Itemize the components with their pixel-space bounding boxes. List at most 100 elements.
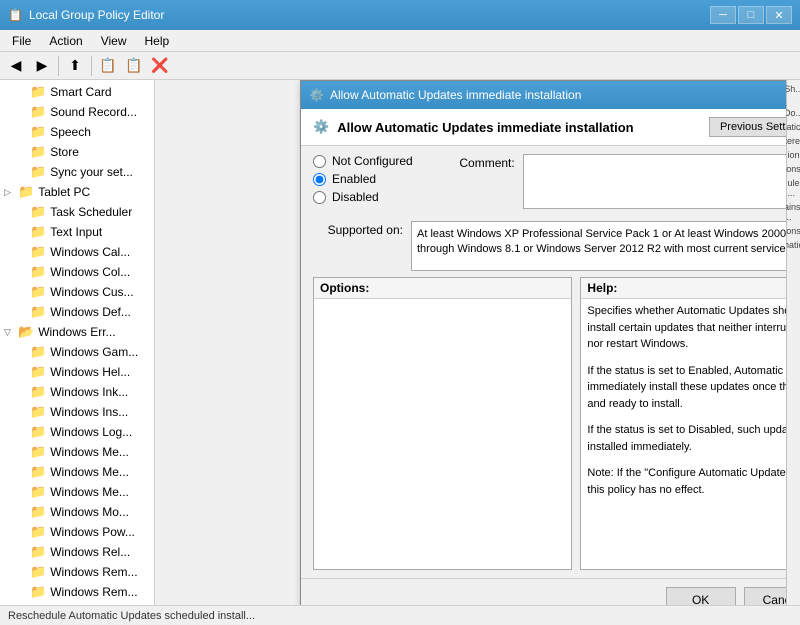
help-text-3: If the status is set to Disabled, such u… xyxy=(587,422,786,455)
main-panel: ⚙️ Allow Automatic Updates immediate ins… xyxy=(155,80,786,605)
sidebar-item-windows-err[interactable]: ▽ 📂 Windows Err... xyxy=(0,322,154,342)
dialog-icon: ⚙️ xyxy=(309,88,324,102)
sidebar-item-windows-cal[interactable]: 📁 Windows Cal... xyxy=(0,242,154,262)
sidebar-item-label: Windows Log... xyxy=(50,425,132,439)
help-text-4: Note: If the "Configure Automatic Update… xyxy=(587,465,786,498)
app-icon: 📋 xyxy=(8,8,23,22)
sidebar-item-windows-col[interactable]: 📁 Windows Col... xyxy=(0,262,154,282)
folder-icon: 📁 xyxy=(30,384,46,400)
sidebar-item-windows-me3[interactable]: 📁 Windows Me... xyxy=(0,482,154,502)
radio-disabled[interactable] xyxy=(313,191,326,204)
close-button[interactable]: ✕ xyxy=(766,6,792,24)
sidebar-item-label: Windows Rel... xyxy=(50,545,130,559)
sidebar-item-windows-mo[interactable]: 📁 Windows Mo... xyxy=(0,502,154,522)
supported-on-row: Supported on: At least Windows XP Profes… xyxy=(313,221,786,271)
sidebar-item-label: Windows Def... xyxy=(50,305,131,319)
sidebar-item-text-input[interactable]: 📁 Text Input xyxy=(0,222,154,242)
paste-button[interactable]: 📋 xyxy=(122,55,146,77)
sidebar-item-windows-pow[interactable]: 📁 Windows Pow... xyxy=(0,522,154,542)
dialog-title-text: Allow Automatic Updates immediate instal… xyxy=(330,88,581,102)
expand-icon: ▽ xyxy=(4,327,16,338)
toolbar-separator-2 xyxy=(91,56,92,76)
sidebar-item-label: Task Scheduler xyxy=(50,205,132,219)
menu-bar: File Action View Help xyxy=(0,30,800,52)
settings-area: Not Configured Enabled Disabled xyxy=(301,146,786,578)
sidebar-item-smart-card[interactable]: 📁 Smart Card xyxy=(0,82,154,102)
sidebar-item-label: Windows Cal... xyxy=(50,245,130,259)
sidebar-item-sound-record[interactable]: 📁 Sound Record... xyxy=(0,102,154,122)
copy-button[interactable]: 📋 xyxy=(96,55,120,77)
modal-overlay: ⚙️ Allow Automatic Updates immediate ins… xyxy=(155,80,786,605)
menu-file[interactable]: File xyxy=(4,32,39,50)
sidebar-item-windows-hel[interactable]: 📁 Windows Hel... xyxy=(0,362,154,382)
sidebar-item-task-scheduler[interactable]: 📁 Task Scheduler xyxy=(0,202,154,222)
sidebar-item-windows-def[interactable]: 📁 Windows Def... xyxy=(0,302,154,322)
sidebar-item-windows-ink[interactable]: 📁 Windows Ink... xyxy=(0,382,154,402)
toolbar-separator xyxy=(58,56,59,76)
menu-help[interactable]: Help xyxy=(137,32,178,50)
folder-icon: 📁 xyxy=(30,304,46,320)
sidebar-item-label: Windows Hel... xyxy=(50,365,130,379)
sidebar-item-label: Sound Record... xyxy=(50,105,137,119)
sidebar-item-label: Windows Me... xyxy=(50,485,129,499)
folder-icon: 📁 xyxy=(30,84,46,100)
cancel-button[interactable]: Cancel xyxy=(744,587,786,605)
sidebar-item-label: Windows Cus... xyxy=(50,285,133,299)
ok-button[interactable]: OK xyxy=(666,587,736,605)
up-button[interactable]: ⬆ xyxy=(63,55,87,77)
sidebar-item-windows-ins[interactable]: 📁 Windows Ins... xyxy=(0,402,154,422)
radio-not-configured-row: Not Configured xyxy=(313,154,413,168)
folder-icon: 📁 xyxy=(30,484,46,500)
supported-text: At least Windows XP Professional Service… xyxy=(415,225,786,260)
folder-icon: 📂 xyxy=(18,324,34,340)
sidebar-item-label: Text Input xyxy=(50,225,102,239)
dialog-content: ⚙️ Allow Automatic Updates immediate ins… xyxy=(301,109,786,605)
sidebar-item-windows-me2[interactable]: 📁 Windows Me... xyxy=(0,462,154,482)
dialog-header: ⚙️ Allow Automatic Updates immediate ins… xyxy=(301,109,786,146)
expand-icon: ▷ xyxy=(4,187,16,198)
status-text: Reschedule Automatic Updates scheduled i… xyxy=(8,610,255,622)
folder-icon: 📁 xyxy=(30,144,46,160)
dialog: ⚙️ Allow Automatic Updates immediate ins… xyxy=(300,80,786,605)
folder-icon: 📁 xyxy=(30,524,46,540)
right-panel-item: ons xyxy=(784,162,800,176)
sidebar-item-label: Windows Me... xyxy=(50,445,129,459)
comment-input[interactable] xyxy=(523,154,786,209)
minimize-button[interactable]: ─ xyxy=(710,6,736,24)
back-button[interactable]: ◀ xyxy=(4,55,28,77)
sidebar-item-windows-cus[interactable]: 📁 Windows Cus... xyxy=(0,282,154,302)
sidebar-item-windows-rem2[interactable]: 📁 Windows Rem... xyxy=(0,582,154,602)
forward-button[interactable]: ▶ xyxy=(30,55,54,77)
help-text-1: Specifies whether Automatic Updates shou… xyxy=(587,303,786,353)
menu-action[interactable]: Action xyxy=(41,32,90,50)
maximize-button[interactable]: □ xyxy=(738,6,764,24)
sidebar-item-sync-your-set[interactable]: 📁 Sync your set... xyxy=(0,162,154,182)
folder-icon: 📁 xyxy=(30,224,46,240)
menu-view[interactable]: View xyxy=(93,32,135,50)
sidebar-item-windows-rem1[interactable]: 📁 Windows Rem... xyxy=(0,562,154,582)
sidebar-item-label: Speech xyxy=(50,125,91,139)
sidebar-item-windows-gam[interactable]: 📁 Windows Gam... xyxy=(0,342,154,362)
options-panel-content xyxy=(314,299,571,569)
sidebar-item-windows-log[interactable]: 📁 Windows Log... xyxy=(0,422,154,442)
folder-icon: 📁 xyxy=(30,244,46,260)
delete-button[interactable]: ❌ xyxy=(148,55,172,77)
folder-icon: 📁 xyxy=(30,464,46,480)
folder-icon: 📁 xyxy=(30,564,46,580)
sidebar-item-label: Windows Me... xyxy=(50,465,129,479)
toolbar: ◀ ▶ ⬆ 📋 📋 ❌ xyxy=(0,52,800,80)
main-window: 📋 Local Group Policy Editor ─ □ ✕ File A… xyxy=(0,0,800,625)
radio-not-configured[interactable] xyxy=(313,155,326,168)
sidebar-item-label: Tablet PC xyxy=(38,185,90,199)
sidebar-item-windows-me1[interactable]: 📁 Windows Me... xyxy=(0,442,154,462)
sidebar-item-speech[interactable]: 📁 Speech xyxy=(0,122,154,142)
sidebar-item-windows-rel[interactable]: 📁 Windows Rel... xyxy=(0,542,154,562)
radio-disabled-label: Disabled xyxy=(332,190,379,204)
sidebar-item-label: Windows Gam... xyxy=(50,345,138,359)
sidebar-item-tablet-pc[interactable]: ▷ 📁 Tablet PC xyxy=(0,182,154,202)
sidebar-item-store[interactable]: 📁 Store xyxy=(0,142,154,162)
previous-setting-button[interactable]: Previous Setting xyxy=(709,117,786,137)
app-title: Local Group Policy Editor xyxy=(29,8,164,22)
sidebar-item-label: Windows Err... xyxy=(38,325,115,339)
radio-enabled[interactable] xyxy=(313,173,326,186)
